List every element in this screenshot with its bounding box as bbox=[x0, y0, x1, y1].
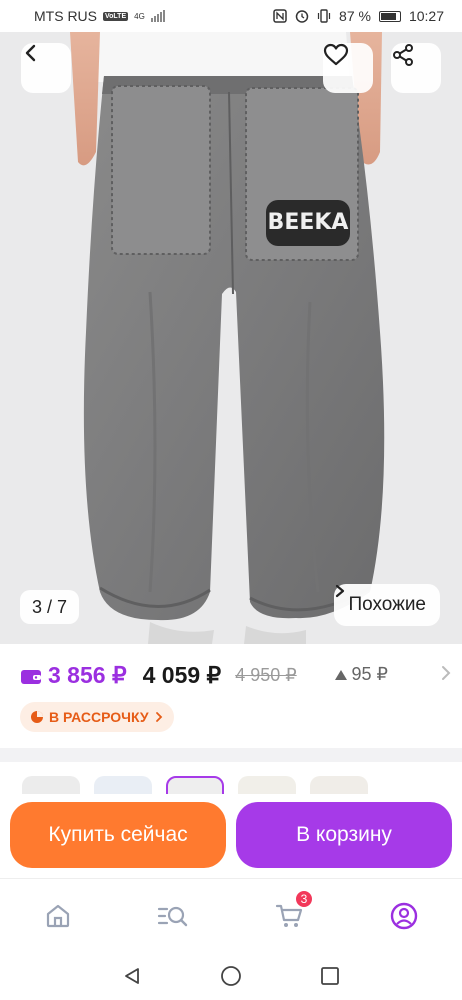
system-recents-button[interactable] bbox=[318, 964, 342, 988]
nfc-icon bbox=[273, 9, 287, 23]
action-bar: Купить сейчас В корзину bbox=[0, 794, 462, 878]
price-section: 3 856 ₽ 4 059 ₽ 4 950 ₽ 95 ₽ В РАССРОЧКУ bbox=[0, 644, 462, 748]
chevron-right-icon bbox=[336, 584, 345, 598]
triangle-up-icon bbox=[334, 669, 347, 680]
signal-icon bbox=[150, 10, 165, 22]
buy-now-button[interactable]: Купить сейчас bbox=[10, 802, 226, 868]
nav-catalog[interactable] bbox=[156, 899, 190, 933]
share-icon bbox=[393, 44, 413, 66]
clock: 10:27 bbox=[408, 8, 444, 24]
pie-chart-icon bbox=[31, 711, 43, 723]
status-left: MTS RUS VoLTE 4G bbox=[34, 8, 165, 24]
alarm-icon bbox=[295, 10, 309, 23]
wallet-price[interactable]: 3 856 ₽ bbox=[20, 662, 127, 689]
wallet-icon bbox=[21, 669, 41, 684]
section-divider bbox=[0, 748, 462, 762]
chevron-left-icon bbox=[25, 44, 36, 62]
battery-percent: 87 % bbox=[339, 8, 371, 24]
pocket-print-text: BEEKA bbox=[268, 210, 349, 235]
status-right: 87 % 10:27 bbox=[273, 8, 444, 24]
catalog-search-icon bbox=[157, 906, 188, 927]
nav-profile[interactable] bbox=[387, 899, 421, 933]
back-button[interactable] bbox=[21, 43, 71, 93]
add-to-cart-button[interactable]: В корзину bbox=[236, 802, 452, 868]
battery-icon bbox=[378, 10, 401, 22]
image-counter: 3 / 7 bbox=[20, 590, 80, 624]
favorite-button[interactable] bbox=[323, 43, 373, 93]
share-button[interactable] bbox=[391, 43, 441, 93]
product-image: BEEKA bbox=[0, 32, 462, 644]
current-price: 4 059 ₽ bbox=[142, 662, 222, 688]
home-icon bbox=[46, 904, 70, 928]
heart-icon bbox=[323, 43, 349, 66]
installment-label: В РАССРОЧКУ bbox=[49, 709, 149, 725]
nav-home[interactable] bbox=[41, 899, 75, 933]
network-type: 4G bbox=[134, 11, 145, 21]
vibrate-icon bbox=[317, 9, 331, 23]
installment-button[interactable]: В РАССРОЧКУ bbox=[20, 702, 174, 732]
system-home-button[interactable] bbox=[219, 964, 243, 988]
old-price: 4 950 ₽ bbox=[235, 665, 297, 685]
volte-badge: VoLTE bbox=[103, 11, 129, 21]
price-row: 3 856 ₽ 4 059 ₽ 4 950 ₽ 95 ₽ bbox=[20, 662, 451, 689]
wallet-price-value: 3 856 ₽ bbox=[48, 662, 127, 688]
carrier-name: MTS RUS bbox=[34, 8, 97, 24]
system-nav bbox=[0, 950, 462, 1000]
product-gallery[interactable]: BEEKA 3 / 7 Похожие bbox=[0, 32, 462, 644]
profile-icon bbox=[390, 902, 418, 930]
system-back-button[interactable] bbox=[120, 964, 144, 988]
points-value: 95 ₽ bbox=[351, 664, 388, 684]
similar-button[interactable]: Похожие bbox=[334, 584, 440, 626]
similar-label: Похожие bbox=[348, 594, 426, 615]
bottom-nav: 3 bbox=[0, 878, 462, 950]
status-bar: MTS RUS VoLTE 4G 87 % 10:27 bbox=[0, 0, 462, 32]
points-bonus[interactable]: 95 ₽ bbox=[334, 664, 388, 685]
cart-badge: 3 bbox=[294, 889, 314, 909]
home-circle-icon bbox=[221, 966, 241, 986]
chevron-right-small-icon bbox=[155, 712, 162, 722]
points-chevron-icon[interactable] bbox=[440, 665, 452, 681]
back-triangle-icon bbox=[125, 968, 139, 984]
recents-square-icon bbox=[321, 967, 339, 985]
nav-cart[interactable]: 3 bbox=[272, 889, 314, 933]
